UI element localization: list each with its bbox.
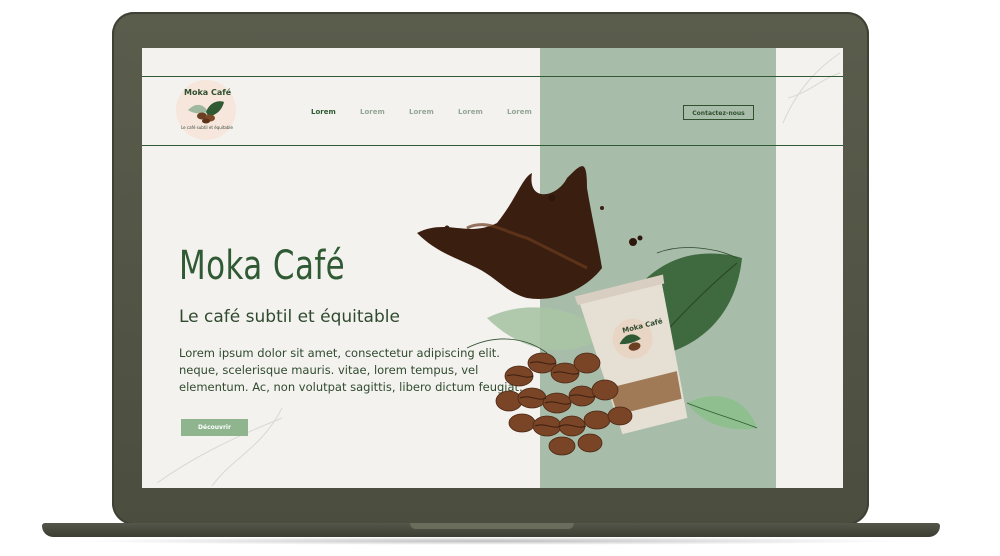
nav-item-3[interactable]: Lorem: [409, 108, 434, 116]
laptop-notch: [410, 523, 574, 529]
header-bottom-rule: [142, 145, 843, 146]
contact-button[interactable]: Contactez-nous: [683, 105, 754, 120]
laptop-shadow: [70, 537, 912, 545]
header-top-rule: [142, 76, 843, 77]
hero-title: Moka Café: [179, 243, 346, 289]
laptop-screen: Moka Café Le café subtil et équitable Lo…: [142, 48, 843, 488]
nav-item-4[interactable]: Lorem: [458, 108, 483, 116]
logo-tagline: Le café subtil et équitable: [181, 125, 233, 130]
leaf-outline-icon: [156, 407, 283, 487]
discover-button[interactable]: Découvrir: [181, 419, 248, 436]
nav-item-1[interactable]: Lorem: [311, 108, 336, 116]
nav-item-5[interactable]: Lorem: [507, 108, 532, 116]
logo-title: Moka Café: [184, 88, 232, 97]
coffee-splash-illustration: Moka Café: [417, 166, 758, 456]
hero-subtitle: Le café subtil et équitable: [179, 307, 400, 327]
nav-item-2[interactable]: Lorem: [360, 108, 385, 116]
coffee-bean-leaf-icon: [188, 101, 224, 124]
leaf-outline-corner-icon: [782, 52, 841, 124]
